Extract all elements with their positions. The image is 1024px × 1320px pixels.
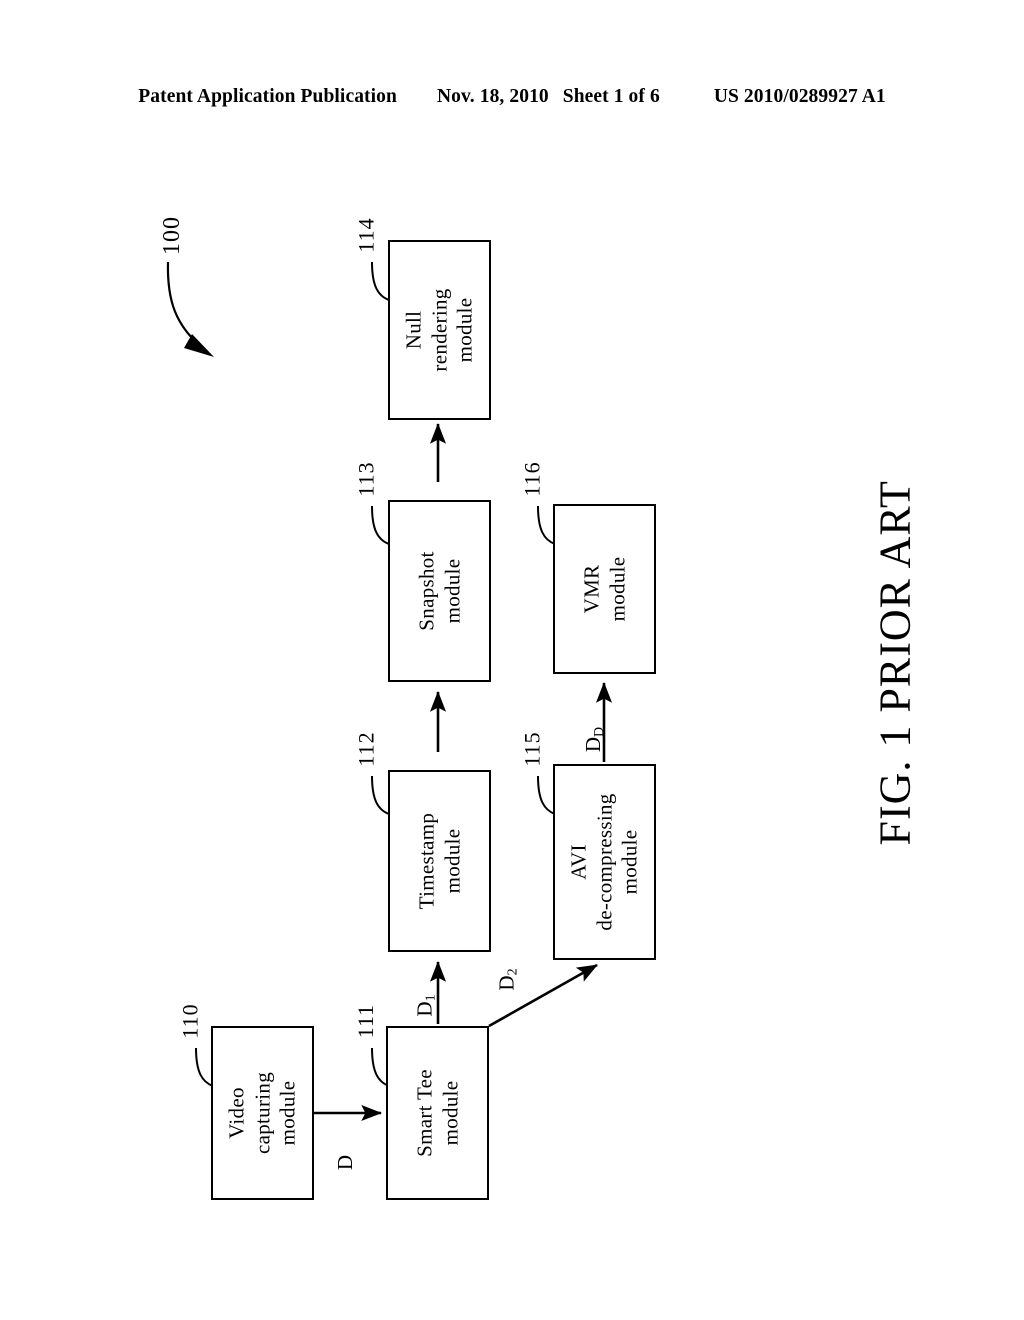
- signal-dd-base: D: [581, 736, 606, 753]
- node-vmr-module-label: VMR module: [578, 556, 629, 622]
- node-snapshot-module[interactable]: Snapshot module: [388, 500, 491, 682]
- leader-114: [371, 261, 390, 301]
- ref-numeral-100: 100: [159, 216, 185, 255]
- figure-caption: FIG. 1 PRIOR ART: [870, 480, 920, 846]
- ref-numeral-110: 110: [177, 1003, 203, 1039]
- node-timestamp-module[interactable]: Timestamp module: [388, 770, 491, 952]
- leader-113: [371, 505, 390, 545]
- node-video-capturing-module[interactable]: Video capturing module: [211, 1026, 314, 1200]
- figure-1-block-diagram: Null rendering module 114 Snapshot module 1…: [0, 0, 1024, 1320]
- node-avi-decompressing-module[interactable]: AVI de-compressing module: [553, 764, 656, 960]
- node-null-rendering-module[interactable]: Null rendering module: [388, 240, 491, 420]
- node-avi-decompressing-module-label: AVI de-compressing module: [566, 793, 642, 931]
- signal-d1-sub: 1: [423, 994, 439, 1002]
- ref-numeral-116: 116: [519, 461, 545, 497]
- node-smart-tee-module[interactable]: Smart Tee module: [386, 1026, 489, 1200]
- ref-numeral-115: 115: [519, 731, 545, 767]
- ref-numeral-113: 113: [353, 461, 379, 497]
- signal-d-base: D: [333, 1154, 358, 1171]
- signal-label-d2: D2: [494, 968, 521, 991]
- signal-d2-base: D: [494, 975, 519, 991]
- leader-112: [371, 775, 390, 815]
- node-timestamp-module-label: Timestamp module: [413, 812, 464, 910]
- leader-system-100: [166, 261, 206, 351]
- node-vmr-module[interactable]: VMR module: [553, 504, 656, 674]
- ref-numeral-114: 114: [353, 217, 379, 253]
- signal-d2-sub: 2: [505, 968, 521, 976]
- signal-label-d: D: [333, 1155, 358, 1170]
- leader-system-100-arrowhead: [184, 334, 214, 357]
- ref-numeral-111: 111: [353, 1003, 379, 1039]
- node-snapshot-module-label: Snapshot module: [413, 551, 464, 631]
- node-smart-tee-module-label: Smart Tee module: [411, 1069, 462, 1157]
- node-null-rendering-module-label: Null rendering module: [401, 288, 477, 372]
- signal-dd-sub: D: [592, 726, 608, 737]
- signal-label-d1: D1: [412, 994, 439, 1017]
- signal-d1-base: D: [412, 1001, 437, 1017]
- node-video-capturing-module-label: Video capturing module: [224, 1071, 300, 1155]
- signal-label-dd: DD: [581, 726, 608, 753]
- ref-numeral-112: 112: [353, 731, 379, 767]
